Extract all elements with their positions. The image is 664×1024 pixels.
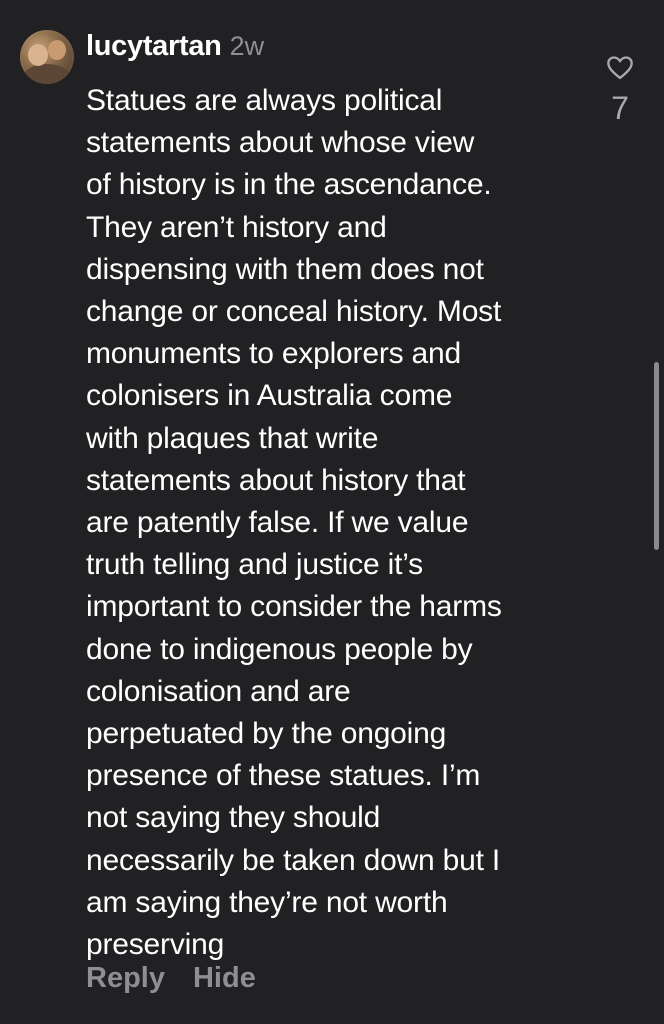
comment-text-line: Statues are always political bbox=[86, 84, 443, 117]
comment-text-line: perpetuated by the ongoing bbox=[86, 717, 447, 751]
user-avatar[interactable] bbox=[20, 30, 74, 84]
comment-text: Statues are always political statements a… bbox=[86, 80, 586, 966]
hide-button[interactable]: Hide bbox=[193, 962, 256, 995]
comment-text-line: presence of these statues. I’m bbox=[86, 759, 481, 793]
comment-text-line: dispensing with them does not bbox=[86, 252, 484, 286]
comment-text-line: are patently false. If we value bbox=[86, 506, 469, 540]
comment-text-line: preserving bbox=[86, 928, 225, 962]
comment-text-line: colonisation and are bbox=[86, 674, 351, 708]
reply-button[interactable]: Reply bbox=[86, 962, 165, 995]
heart-outline-icon[interactable] bbox=[606, 54, 634, 82]
like-count: 7 bbox=[611, 90, 629, 126]
comment-text-line: not saying they should bbox=[86, 801, 381, 835]
comment-text-line: important to consider the harms bbox=[86, 590, 502, 624]
comment-actions: Reply Hide bbox=[86, 962, 256, 995]
comment-text-line: truth telling and justice it’s bbox=[86, 548, 423, 582]
like-control[interactable]: 7 bbox=[602, 54, 638, 127]
username-link[interactable]: lucytartan bbox=[86, 30, 222, 63]
comment-text-line: done to indigenous people by bbox=[86, 632, 473, 666]
comment: lucytartan 2w Statues are always politic… bbox=[0, 0, 664, 1024]
comment-text-line: statements about history that bbox=[86, 463, 466, 497]
comment-text-line: They aren’t history and bbox=[86, 210, 387, 244]
comment-header: lucytartan 2w bbox=[86, 30, 264, 70]
comment-text-line: colonisers in Australia come bbox=[86, 379, 453, 413]
comment-timestamp: 2w bbox=[229, 31, 265, 61]
comment-text-line: necessarily be taken down but I bbox=[86, 843, 501, 877]
avatar-photo-shape bbox=[24, 64, 70, 84]
comment-text-line: monuments to explorers and bbox=[86, 337, 462, 371]
comment-text-line: am saying they’re not worth bbox=[86, 885, 448, 919]
avatar-photo-shape bbox=[28, 44, 48, 66]
comment-text-line: change or conceal history. Most bbox=[86, 295, 502, 329]
avatar-photo-shape bbox=[48, 40, 66, 60]
scrollbar-thumb[interactable] bbox=[654, 362, 659, 550]
comment-text-line: with plaques that write bbox=[86, 421, 379, 455]
comment-text-line: statements about whose view bbox=[86, 126, 475, 160]
comment-text-line: of history is in the ascendance. bbox=[86, 168, 492, 202]
